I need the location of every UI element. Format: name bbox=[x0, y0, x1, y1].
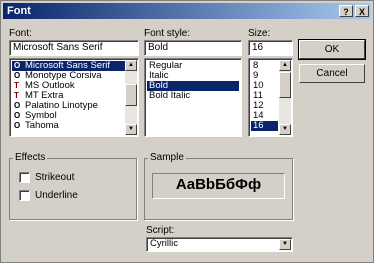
font-item-label: Tahoma bbox=[25, 120, 59, 131]
truetype-icon: T bbox=[14, 91, 19, 100]
script-value: Cyrillic bbox=[150, 238, 178, 249]
size-input[interactable]: 16 bbox=[248, 40, 293, 56]
script-select[interactable]: Cyrillic ▼ bbox=[146, 237, 293, 252]
font-scrollbar[interactable]: ▲ ▼ bbox=[125, 60, 137, 135]
sample-label: Sample bbox=[148, 152, 186, 163]
font-style-label: Font style: bbox=[144, 28, 191, 39]
scroll-down-icon[interactable]: ▼ bbox=[279, 124, 291, 135]
scroll-up-icon[interactable]: ▲ bbox=[279, 60, 291, 71]
size-scrollbar[interactable]: ▲ ▼ bbox=[279, 60, 291, 135]
chevron-down-icon[interactable]: ▼ bbox=[279, 239, 291, 250]
font-label: Font: bbox=[9, 28, 32, 39]
scroll-down-icon[interactable]: ▼ bbox=[125, 124, 137, 135]
strikeout-checkbox[interactable] bbox=[19, 172, 30, 183]
scroll-thumb[interactable] bbox=[125, 84, 137, 106]
window-title: Font bbox=[7, 5, 31, 17]
opentype-icon: O bbox=[14, 71, 21, 80]
underline-checkbox[interactable] bbox=[19, 190, 30, 201]
size-item[interactable]: 16 bbox=[251, 121, 278, 131]
font-list[interactable]: O Microsoft Sans Serif O Monotype Corsiva … bbox=[9, 58, 139, 137]
font-style-list[interactable]: Regular Italic Bold Bold Italic bbox=[144, 58, 242, 137]
underline-label: Underline bbox=[35, 190, 78, 201]
opentype-icon: O bbox=[14, 121, 21, 130]
font-style-input[interactable]: Bold bbox=[144, 40, 242, 56]
opentype-icon: O bbox=[14, 111, 21, 120]
effects-group bbox=[9, 158, 137, 220]
title-bar[interactable]: Font ? X bbox=[3, 3, 371, 19]
scroll-thumb[interactable] bbox=[279, 72, 291, 98]
close-button[interactable]: X bbox=[355, 5, 369, 17]
help-button[interactable]: ? bbox=[339, 5, 353, 17]
ok-button[interactable]: OK bbox=[298, 39, 366, 60]
font-style-item[interactable]: Bold Italic bbox=[147, 91, 239, 101]
effects-label: Effects bbox=[13, 152, 48, 163]
opentype-icon: O bbox=[14, 61, 21, 70]
size-label: Size: bbox=[248, 28, 271, 39]
font-dialog: Font ? X Font: Microsoft Sans Serif O Mic… bbox=[0, 0, 374, 263]
scroll-up-icon[interactable]: ▲ bbox=[125, 60, 137, 71]
strikeout-label: Strikeout bbox=[35, 172, 75, 183]
cancel-button[interactable]: Cancel bbox=[299, 64, 365, 83]
size-list[interactable]: 8 9 10 11 12 14 16 ▲ ▼ bbox=[248, 58, 293, 137]
font-list-item[interactable]: O Tahoma bbox=[12, 121, 136, 131]
sample-preview: AaBbБбФф bbox=[152, 173, 285, 199]
opentype-icon: O bbox=[14, 101, 21, 110]
script-label: Script: bbox=[146, 225, 175, 236]
font-input[interactable]: Microsoft Sans Serif bbox=[9, 40, 139, 56]
truetype-icon: T bbox=[14, 81, 19, 90]
